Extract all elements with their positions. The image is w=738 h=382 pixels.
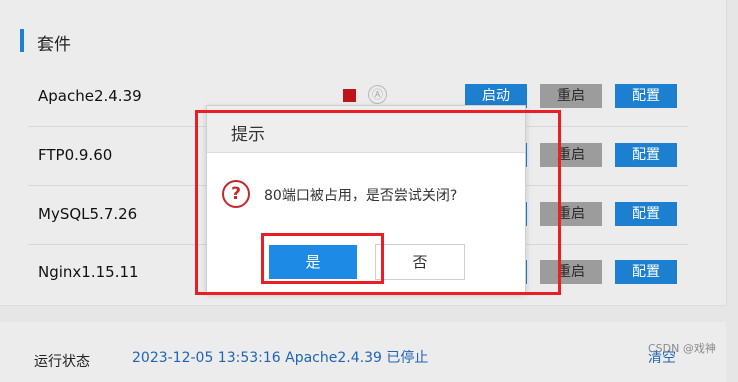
suite-name: Apache2.4.39 [38, 87, 142, 105]
annotation-frame-yes-button [261, 233, 384, 284]
status-panel: 运行状态 2023-12-05 13:53:16 Apache2.4.39 已停… [0, 322, 726, 382]
watermark: CSDN @戏神 [648, 342, 716, 355]
config-button[interactable]: 配置 [615, 202, 677, 226]
suite-name: MySQL5.7.26 [38, 205, 138, 223]
status-label: 运行状态 [34, 354, 90, 370]
config-button[interactable]: 配置 [615, 84, 677, 108]
stopped-status-icon [343, 89, 356, 102]
config-button[interactable]: 配置 [615, 143, 677, 167]
auto-start-icon[interactable]: Ⓐ [368, 85, 387, 104]
section-accent-bar [20, 29, 24, 52]
config-button[interactable]: 配置 [615, 260, 677, 284]
suite-name: Nginx1.15.11 [38, 263, 139, 281]
suite-name: FTP0.9.60 [38, 146, 113, 164]
section-title: 套件 [37, 35, 71, 55]
status-log-entry: 2023-12-05 13:53:16 Apache2.4.39 已停止 [132, 350, 429, 366]
restart-button[interactable]: 重启 [540, 84, 602, 108]
